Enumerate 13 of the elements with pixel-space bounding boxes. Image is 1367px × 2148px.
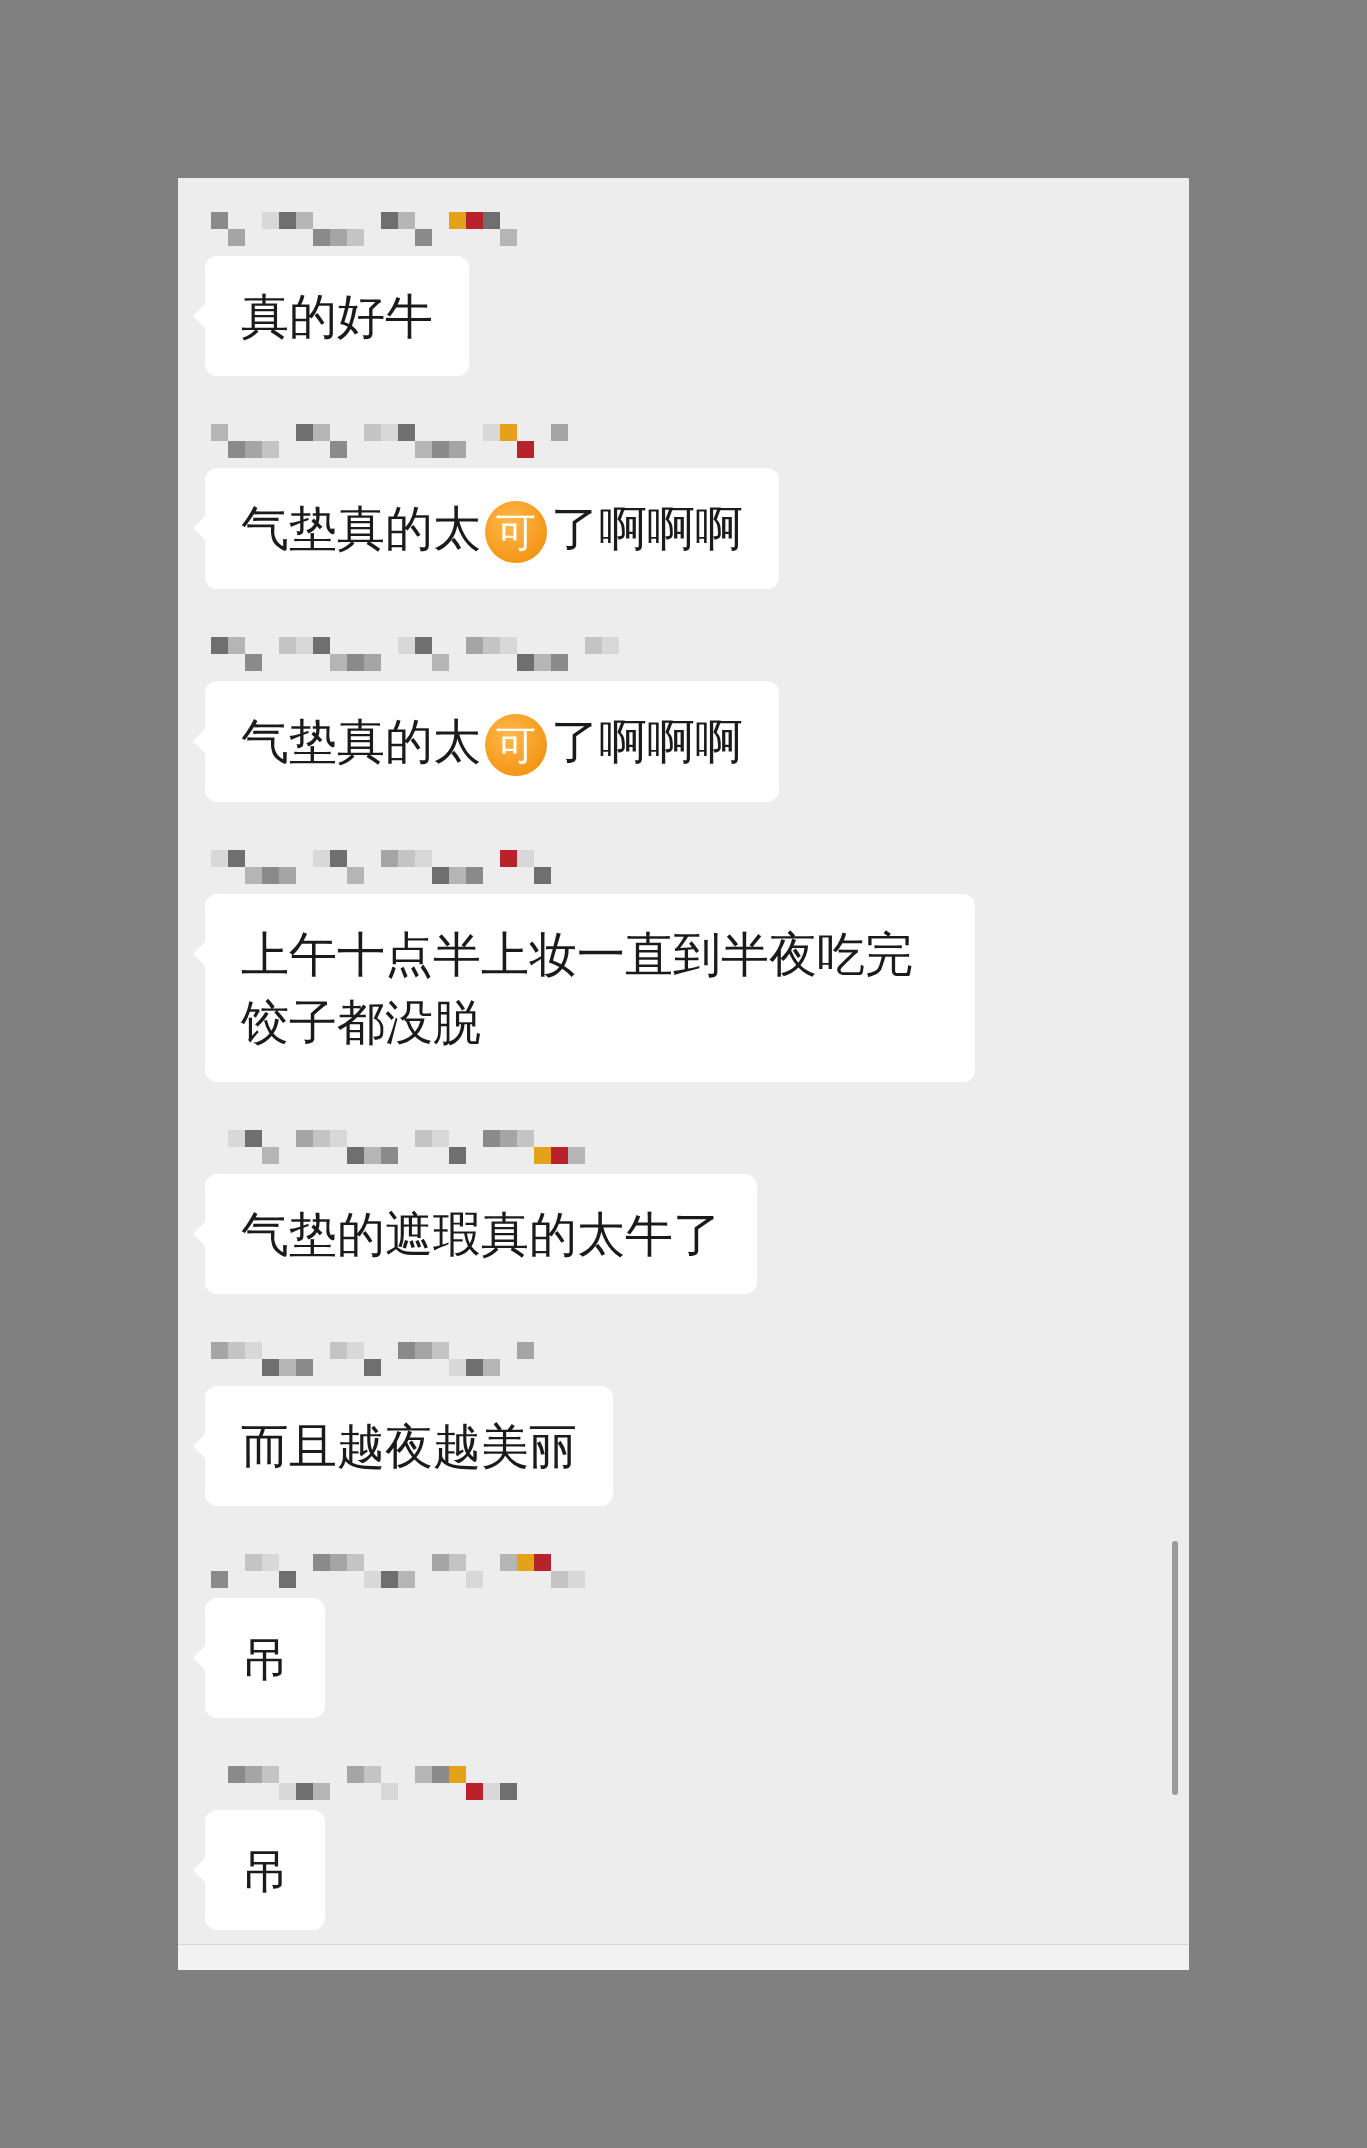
message-text: 气垫的遮瑕真的太牛了 <box>241 1206 721 1262</box>
message-text: 了啊啊啊 <box>551 713 743 769</box>
message-text: 上午十点半上妆一直到半夜吃完饺子都没脱 <box>241 926 913 1050</box>
emoji-icon: 可 <box>485 501 547 563</box>
message-text: 气垫真的太 <box>241 713 481 769</box>
message-text: 真的好牛 <box>241 288 433 344</box>
message-text: 而且越夜越美丽 <box>241 1418 577 1474</box>
message-text: 吊 <box>241 1842 289 1898</box>
message-text: 气垫真的太 <box>241 500 481 556</box>
emoji-icon: 可 <box>485 714 547 776</box>
message-text: 吊 <box>241 1630 289 1686</box>
scrollbar[interactable] <box>1172 1541 1178 1795</box>
message-text: 了啊啊啊 <box>551 500 743 556</box>
